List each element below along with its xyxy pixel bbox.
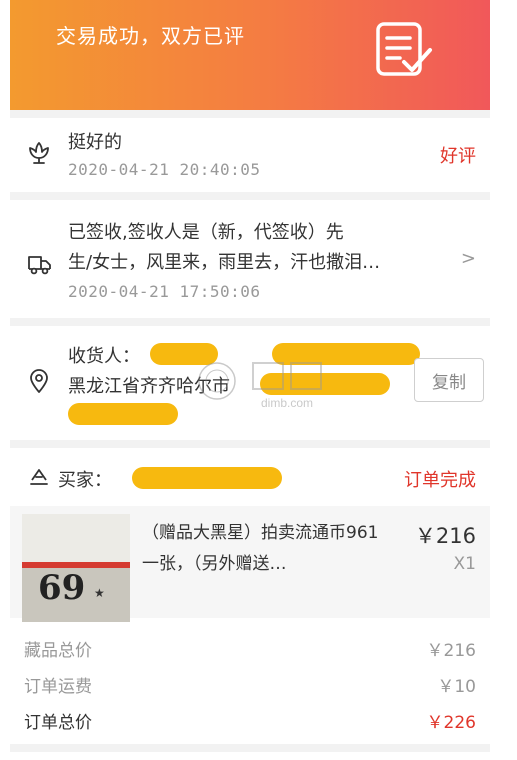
product-name[interactable]: （赠品大黑星）拍卖流通币961一张，（另外赠送… — [142, 518, 392, 580]
receiver-label: 收货人： — [68, 346, 140, 367]
thumb-label-area — [22, 514, 130, 562]
product-quantity: X1 — [453, 554, 476, 574]
review-time: 2020-04-21 20:40:05 — [68, 160, 261, 179]
summary-row-shipping: 订单运费 ￥10 — [24, 672, 476, 697]
order-card: 买家： 订单完成 69 ★ （赠品大黑星）拍卖流通币961一张，（另外赠送… ￥… — [10, 448, 490, 744]
banner-title: 交易成功，双方已评 — [56, 24, 245, 48]
order-status: 订单完成 — [404, 470, 476, 491]
product-item[interactable]: 69 ★ （赠品大黑星）拍卖流通币961一张，（另外赠送… ￥216 X1 — [10, 506, 490, 622]
flower-icon — [29, 142, 49, 164]
summary-row-order-total: 订单总价 ￥226 — [24, 708, 476, 733]
summary-value: ￥226 — [426, 713, 476, 733]
summary-label: 订单运费 — [24, 677, 92, 697]
summary-label: 订单总价 — [24, 713, 92, 733]
thumb-star-mark: ★ — [94, 586, 105, 600]
review-checklist-icon — [376, 22, 432, 76]
watermark-text: dimb.com — [261, 396, 313, 410]
product-thumbnail[interactable]: 69 ★ — [22, 514, 130, 622]
redacted-buyer-name — [132, 467, 282, 489]
watermark-logo: dimb.com — [198, 362, 322, 410]
logistics-card[interactable]: 已签收,签收人是（新，代签收）先 生/女士，风里来，雨里去，汗也撒泪… 2020… — [10, 200, 490, 318]
buyer-label: 买家： — [58, 470, 112, 491]
logistics-status-line2: 生/女士，风里来，雨里去，汗也撒泪… — [68, 252, 381, 273]
redacted-address-line2 — [68, 403, 178, 425]
logistics-status-line1: 已签收,签收人是（新，代签收）先 — [68, 222, 344, 243]
product-price: ￥216 — [414, 524, 476, 548]
user-badge-icon — [30, 469, 48, 485]
order-detail-screen: 交易成功，双方已评 挺好的 2020-04-21 20:40:05 好评 已签收… — [10, 0, 490, 760]
delivery-truck-icon — [28, 256, 51, 275]
review-card: 挺好的 2020-04-21 20:40:05 好评 — [10, 118, 490, 192]
review-rating: 好评 — [440, 146, 476, 167]
copy-address-button[interactable]: 复制 — [414, 358, 484, 402]
chevron-right-icon[interactable]: > — [461, 248, 476, 269]
summary-label: 藏品总价 — [24, 641, 92, 661]
logistics-time: 2020-04-21 17:50:06 — [68, 282, 261, 301]
bottom-card-edge — [10, 752, 490, 760]
review-text: 挺好的 — [68, 132, 122, 153]
location-pin-icon — [30, 369, 48, 393]
summary-value: ￥216 — [426, 641, 476, 661]
summary-row-items-total: 藏品总价 ￥216 — [24, 636, 476, 661]
summary-value: ￥10 — [437, 677, 476, 697]
thumb-serial-number: 69 — [38, 568, 86, 608]
status-banner: 交易成功，双方已评 — [10, 0, 490, 110]
